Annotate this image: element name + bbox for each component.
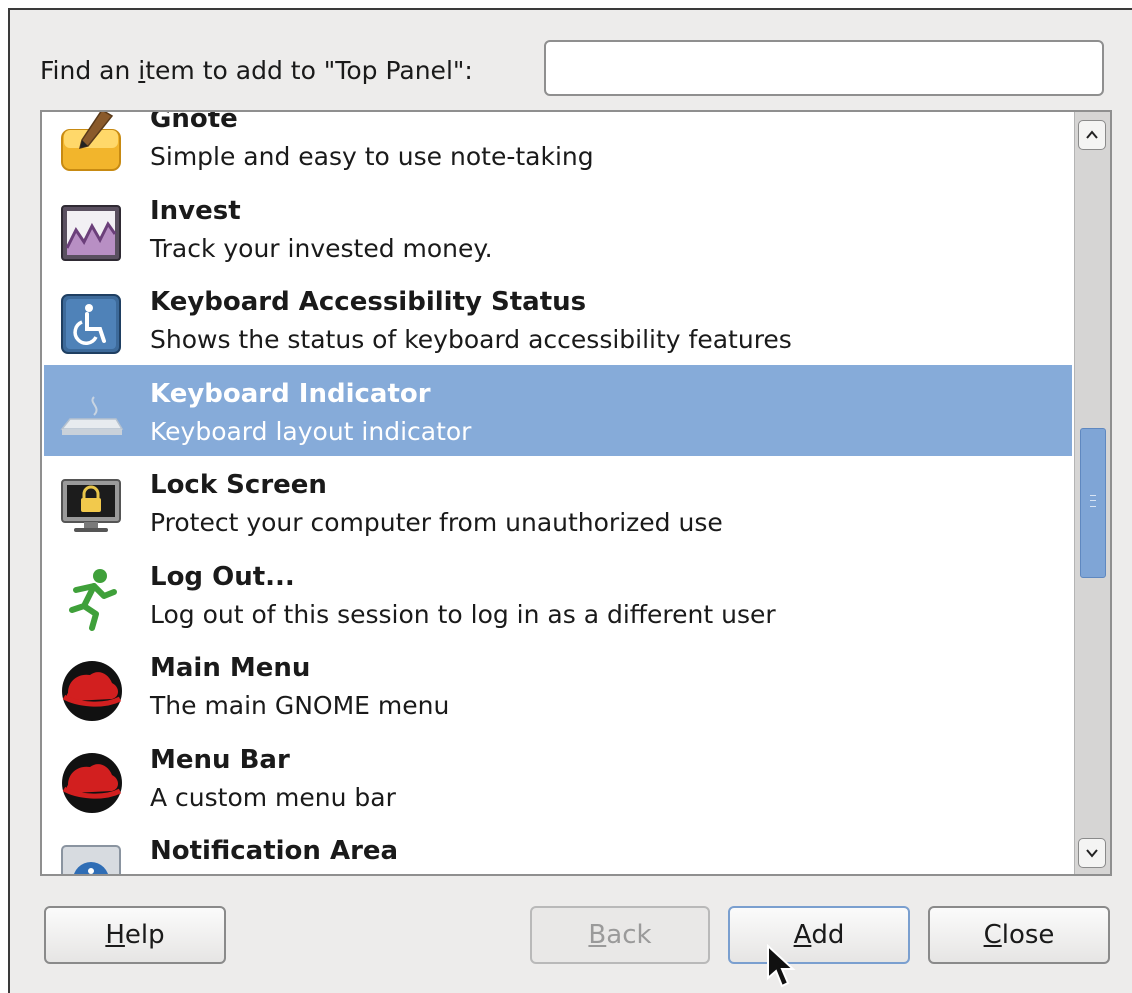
item-description: Track your invested money. <box>150 233 493 263</box>
close-button[interactable]: Close <box>928 906 1110 964</box>
find-item-input[interactable] <box>544 40 1104 96</box>
scroll-down-button[interactable] <box>1078 838 1106 868</box>
scroll-thumb[interactable] <box>1080 428 1106 578</box>
applet-list-frame: Gnote Simple and easy to use note-taking… <box>40 110 1112 876</box>
chevron-down-icon <box>1086 849 1098 858</box>
item-title: Main Menu <box>150 653 311 683</box>
back-button[interactable]: Back <box>530 906 710 964</box>
item-title: Gnote <box>150 112 238 134</box>
applet-list[interactable]: Gnote Simple and easy to use note-taking… <box>44 112 1072 874</box>
item-description: Shows the status of keyboard accessibili… <box>150 325 792 354</box>
gnote-notepad-icon <box>58 112 124 174</box>
list-item-log-out[interactable]: Log Out... Log out of this session to lo… <box>44 548 1072 640</box>
item-title: Invest <box>150 195 241 226</box>
list-item-invest[interactable]: Invest Track your invested money. <box>44 182 1072 274</box>
redhat-hat-icon <box>58 657 124 723</box>
item-title: Keyboard Indicator <box>150 378 431 409</box>
chevron-up-icon <box>1086 130 1098 139</box>
item-description: The main GNOME menu <box>150 691 450 720</box>
list-item-gnote[interactable]: Gnote Simple and easy to use note-taking <box>44 112 1072 182</box>
list-item-keyboard-accessibility-status[interactable]: Keyboard Accessibility Status Shows the … <box>44 273 1072 365</box>
log-out-running-man-icon <box>58 566 124 632</box>
keyboard-icon <box>58 383 124 449</box>
scroll-up-button[interactable] <box>1078 120 1106 150</box>
help-button[interactable]: Help <box>44 906 226 964</box>
info-icon <box>58 840 124 874</box>
item-title: Log Out... <box>150 561 295 592</box>
list-scrollbar[interactable] <box>1074 112 1110 874</box>
add-to-panel-dialog: Find an item to add to "Top Panel": Gnot… <box>8 8 1132 993</box>
list-item-menu-bar[interactable]: Menu Bar A custom menu bar <box>44 731 1072 823</box>
accessibility-wheelchair-icon <box>58 291 124 357</box>
lock-screen-monitor-icon <box>58 474 124 540</box>
redhat-hat-icon <box>58 749 124 815</box>
item-title: Notification Area <box>150 836 399 866</box>
mouse-pointer-icon <box>767 944 796 988</box>
list-item-lock-screen[interactable]: Lock Screen Protect your computer from u… <box>44 456 1072 548</box>
item-description: Protect your computer from unauthorized … <box>150 508 723 537</box>
find-item-label: Find an item to add to "Top Panel": <box>40 56 473 85</box>
item-description: A custom menu bar <box>150 782 396 812</box>
invest-chart-icon <box>58 200 124 266</box>
item-description: Log out of this session to log in as a d… <box>150 599 776 629</box>
item-description: Keyboard layout indicator <box>150 416 472 446</box>
item-description: Simple and easy to use note-taking <box>150 142 594 171</box>
item-title: Lock Screen <box>150 470 327 500</box>
list-item-notification-area[interactable]: Notification Area <box>44 822 1072 874</box>
list-item-keyboard-indicator[interactable]: Keyboard Indicator Keyboard layout indic… <box>44 364 1072 456</box>
add-button[interactable]: Add <box>728 906 910 964</box>
item-title: Keyboard Accessibility Status <box>150 287 587 317</box>
list-item-main-menu[interactable]: Main Menu The main GNOME menu <box>44 639 1072 731</box>
scroll-grip-icon <box>1090 495 1096 507</box>
item-title: Menu Bar <box>150 744 290 775</box>
